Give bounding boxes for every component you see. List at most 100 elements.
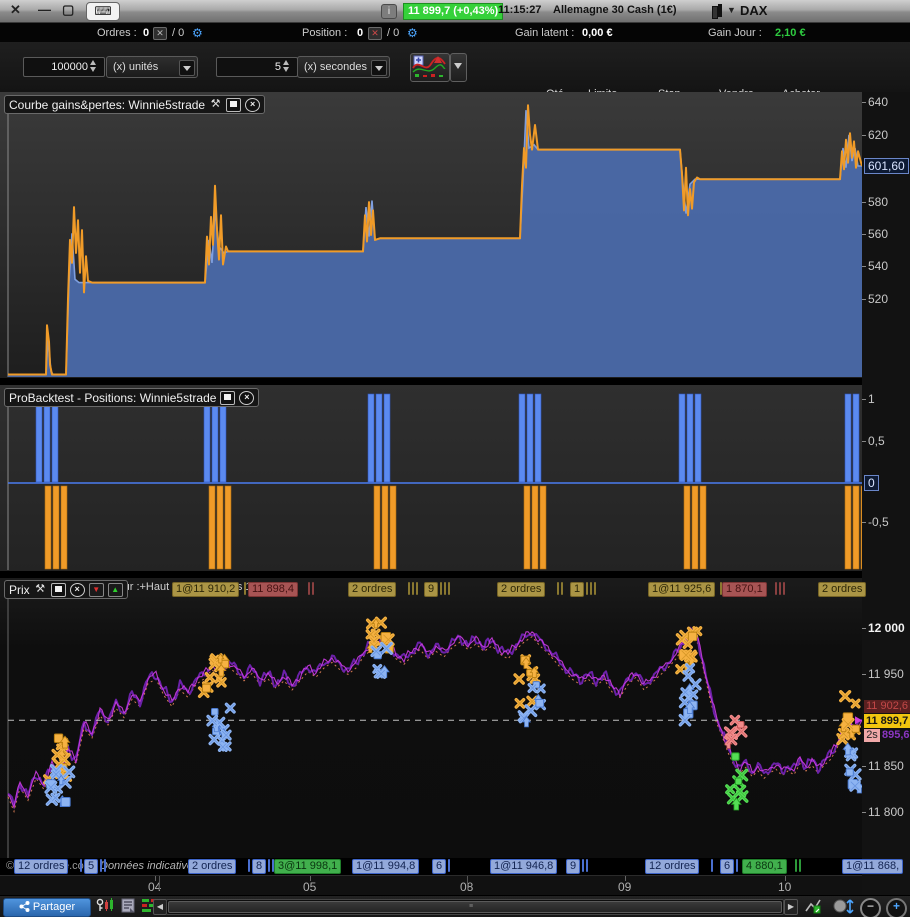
day-pnl-value: 2,10 € bbox=[775, 27, 806, 39]
scroll-left-arrow[interactable]: ◀ bbox=[153, 899, 167, 915]
chart-properties-icon[interactable] bbox=[803, 898, 823, 914]
order-badge[interactable]: 9 bbox=[566, 859, 581, 874]
order-badge[interactable]: 5 bbox=[84, 859, 99, 874]
close-icon[interactable]: × bbox=[239, 390, 255, 405]
axis-tick bbox=[862, 766, 866, 767]
order-badge-tick bbox=[594, 582, 597, 595]
info-icon[interactable]: i bbox=[381, 4, 397, 19]
trade-marker-blue bbox=[50, 792, 61, 803]
order-badge[interactable]: 1@11 868, bbox=[842, 859, 904, 874]
order-badge[interactable]: 12 ordres bbox=[14, 859, 69, 874]
equity-curve-chart[interactable] bbox=[0, 92, 863, 378]
order-badge-tick bbox=[560, 582, 563, 595]
order-badge[interactable]: 9 bbox=[424, 582, 439, 597]
key-statistics-icon[interactable] bbox=[95, 898, 117, 914]
orders-settings-gear-icon[interactable]: ⚙ bbox=[192, 26, 203, 40]
order-badge-tick bbox=[736, 859, 739, 872]
axis-tick bbox=[862, 628, 866, 629]
timeframe-stepper[interactable] bbox=[281, 57, 292, 75]
chevron-down-icon[interactable] bbox=[371, 60, 387, 76]
trade-marker-blue bbox=[688, 689, 699, 700]
scroll-right-arrow[interactable]: ▶ bbox=[784, 899, 798, 915]
window-minimize-icon[interactable]: — bbox=[38, 2, 51, 17]
window-icon[interactable] bbox=[50, 582, 66, 597]
window-close-icon[interactable]: ✕ bbox=[10, 2, 21, 18]
zoom-out-button[interactable]: − bbox=[860, 898, 881, 917]
equity-chart-title: Courbe gains&pertes: Winnie5strade bbox=[9, 97, 206, 112]
day-pnl-label: Gain Jour : bbox=[708, 27, 762, 39]
price-plot bbox=[7, 580, 865, 858]
cancel-orders-icon[interactable]: ✕ bbox=[153, 27, 167, 40]
session-separator bbox=[467, 876, 468, 890]
order-badge-tick bbox=[311, 582, 314, 595]
order-badge[interactable]: 1@11 910,2 bbox=[172, 582, 240, 597]
order-badge[interactable]: 1@11 994,8 bbox=[352, 859, 420, 874]
trade-marker-yellow bbox=[204, 672, 216, 683]
vertical-zoom-icon[interactable] bbox=[830, 898, 856, 914]
quantity-stepper[interactable] bbox=[88, 57, 99, 75]
timeframe-unit-select[interactable]: (x) secondes bbox=[297, 56, 390, 78]
time-axis[interactable]: 0405080910 bbox=[0, 875, 862, 896]
equity-curve-plot bbox=[7, 95, 863, 377]
order-badge[interactable]: 1 bbox=[570, 582, 585, 597]
order-badge[interactable]: 2 ordres bbox=[348, 582, 397, 597]
indicators-button[interactable] bbox=[410, 53, 450, 82]
order-badge[interactable]: 8 bbox=[252, 859, 267, 874]
wrench-icon[interactable]: ⚒ bbox=[209, 98, 222, 111]
equity-price-axis[interactable]: 640 620 580 560 540 520 601,60 bbox=[862, 92, 910, 385]
instrument-symbol[interactable]: DAX bbox=[740, 3, 767, 18]
wrench-icon[interactable]: ⚒ bbox=[34, 583, 47, 596]
window-icon[interactable] bbox=[226, 97, 242, 112]
order-badge-tick bbox=[307, 582, 310, 595]
keyboard-icon[interactable]: ⌨ bbox=[86, 2, 120, 21]
order-badge[interactable]: 12 ordres bbox=[645, 859, 700, 874]
positions-chart[interactable] bbox=[0, 385, 868, 571]
order-badge[interactable]: 2 ordres bbox=[497, 582, 546, 597]
zoom-in-button[interactable]: + bbox=[886, 898, 907, 917]
notes-icon[interactable] bbox=[120, 898, 136, 914]
positions-chart-titlebar: ProBacktest - Positions: Winnie5strade × bbox=[4, 388, 260, 407]
price-chart[interactable] bbox=[0, 578, 865, 858]
live-price-badge: 11 899,7 (+0,43%) bbox=[403, 3, 504, 20]
quantity-unit-select[interactable]: (x) unités bbox=[106, 56, 198, 78]
order-badge[interactable]: 1 870,1 bbox=[722, 582, 767, 597]
share-button[interactable]: Partager bbox=[3, 898, 91, 917]
order-badge-tick bbox=[448, 859, 451, 872]
order-badge[interactable]: 1@11 925,6 bbox=[648, 582, 716, 597]
trade-marker-yellow bbox=[839, 690, 852, 703]
positions-axis[interactable]: 1 0,5 -0,5 0 bbox=[862, 385, 910, 578]
order-badge[interactable]: 4 880,1 bbox=[742, 859, 787, 874]
price-axis[interactable]: 12 000 11 950 11 850 11 800 11 902,6 11 899,7… bbox=[862, 578, 910, 875]
trade-marker-green bbox=[734, 777, 743, 786]
close-position-icon[interactable]: ✕ bbox=[368, 27, 382, 40]
order-badge[interactable]: 11 898,4 bbox=[248, 582, 299, 597]
window-maximize-icon[interactable]: ▢ bbox=[62, 2, 74, 18]
time-tick-label: 10 bbox=[778, 880, 792, 894]
share-icon bbox=[19, 901, 30, 912]
axis-tick bbox=[862, 522, 866, 523]
sell-marker-toggle-icon[interactable]: ▼ bbox=[88, 582, 104, 597]
candlestick-icon bbox=[718, 4, 722, 17]
order-badge[interactable]: 6 bbox=[432, 859, 447, 874]
order-badge-tick bbox=[795, 859, 798, 872]
order-badge[interactable]: 6 bbox=[720, 859, 735, 874]
close-icon[interactable]: × bbox=[69, 582, 85, 597]
order-badge[interactable]: 2 ordres bbox=[818, 582, 867, 597]
session-separator bbox=[159, 876, 160, 890]
chevron-down-icon[interactable] bbox=[179, 60, 195, 76]
order-badge[interactable]: 3@11 998,1 bbox=[274, 859, 342, 874]
buy-marker-toggle-icon[interactable]: ▲ bbox=[107, 582, 123, 597]
indicators-dropdown-arrow[interactable] bbox=[450, 53, 467, 82]
window-icon[interactable] bbox=[220, 390, 236, 405]
scrollbar-thumb[interactable]: ≡ bbox=[168, 901, 782, 913]
order-badge[interactable]: 2 ordres bbox=[188, 859, 237, 874]
chevron-down-icon[interactable]: ▼ bbox=[727, 5, 736, 15]
trade-marker-green bbox=[725, 784, 735, 795]
order-badge-tick bbox=[440, 582, 443, 595]
order-badge[interactable]: 1@11 946,8 bbox=[490, 859, 558, 874]
chart-scrollbar[interactable]: ≡ bbox=[166, 899, 784, 915]
axis-tick bbox=[862, 674, 866, 675]
order-badge-tick bbox=[590, 582, 593, 595]
position-settings-gear-icon[interactable]: ⚙ bbox=[407, 26, 418, 40]
close-icon[interactable]: × bbox=[245, 97, 261, 112]
